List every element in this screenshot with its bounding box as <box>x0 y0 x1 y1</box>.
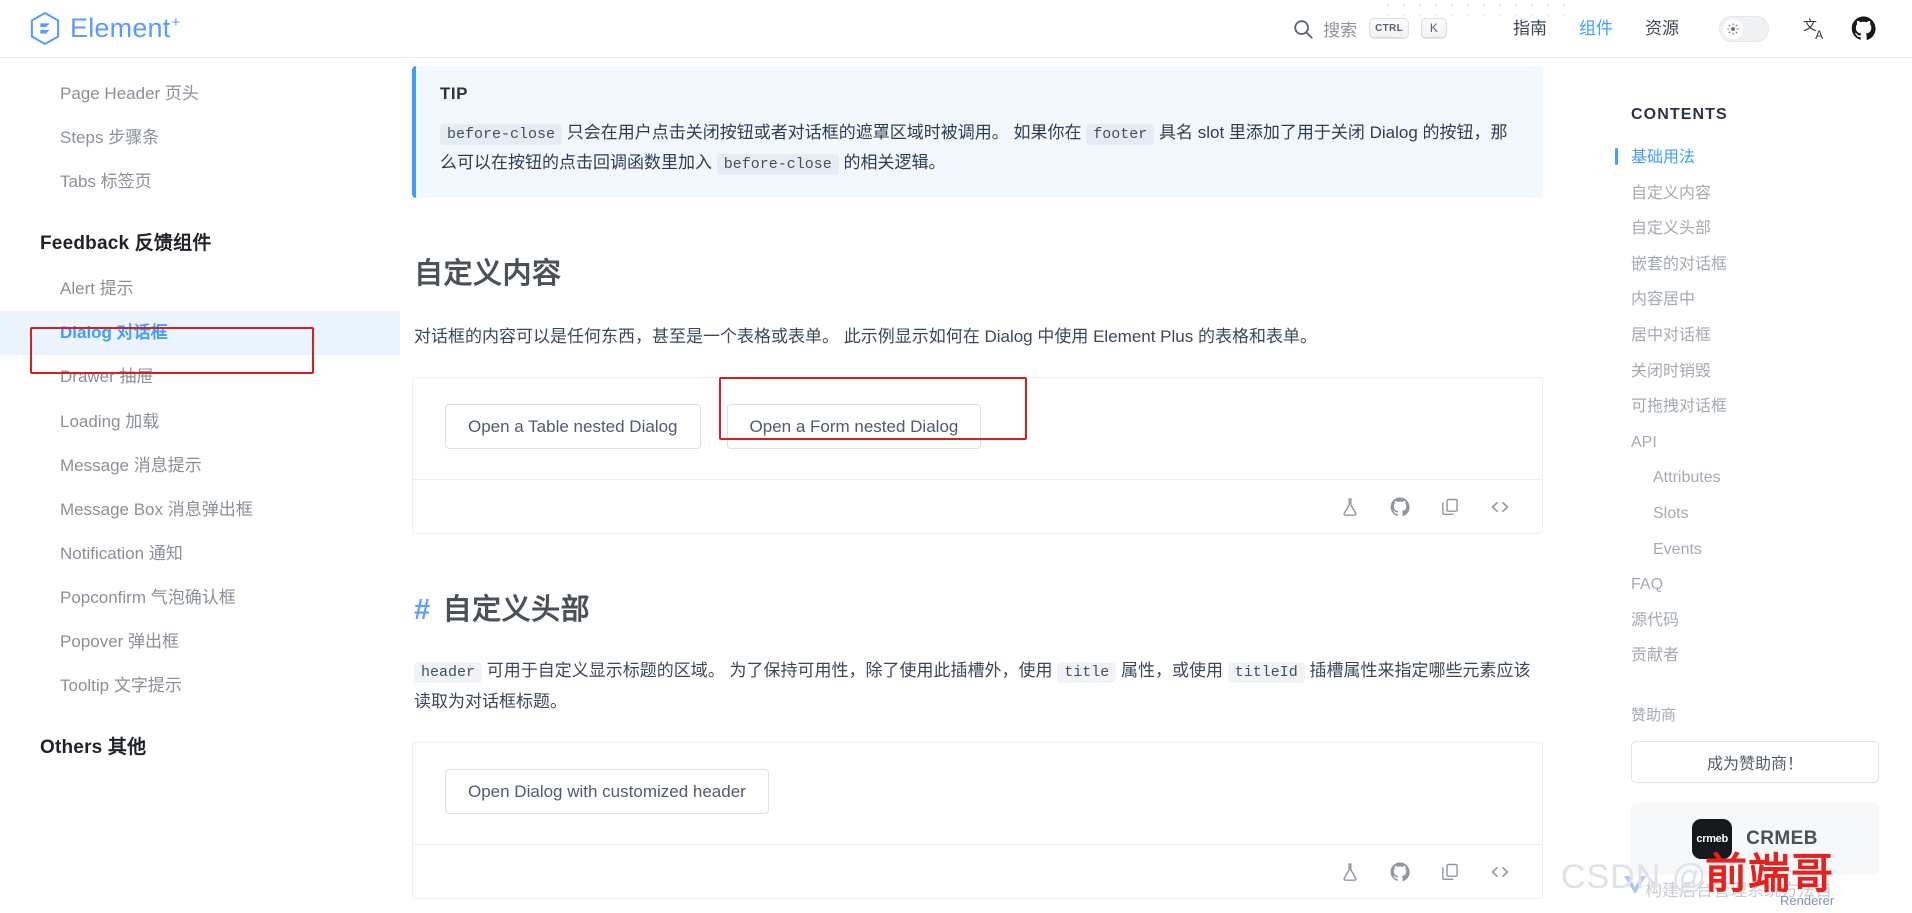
code-before-close-1: before-close <box>440 124 563 145</box>
brand-name: Element+ <box>70 13 181 43</box>
toc-link-nested-dialog[interactable]: 嵌套的对话框 <box>1623 247 1912 283</box>
toc-link-contributors[interactable]: 贡献者 <box>1623 638 1912 674</box>
theme-toggle-knob <box>1723 18 1743 39</box>
sidebar-item-notification[interactable]: Notification 通知 <box>0 532 400 576</box>
sidebar-item-tabs[interactable]: Tabs 标签页 <box>0 160 400 204</box>
search-icon <box>1294 19 1313 39</box>
sponsor-label: 赞助商 <box>1631 706 1677 724</box>
demo-block-custom-header: Open Dialog with customized header <box>412 742 1543 900</box>
element-logo-icon <box>30 12 60 45</box>
github-icon[interactable] <box>1390 497 1410 517</box>
tip-title: TIP <box>440 84 468 103</box>
sidebar-group-feedback: Feedback 反馈组件 <box>40 233 212 255</box>
page-root: Element+ 搜索 CTRL K 指南 组件 资源 文 A Page Hea… <box>0 0 1912 913</box>
sidebar-item-drawer[interactable]: Drawer 抽屉 <box>0 355 400 399</box>
tip-callout: TIP before-close 只会在用户点击关闭按钮或者对话框的遮罩区域时被… <box>412 66 1543 198</box>
open-table-nested-dialog-button[interactable]: Open a Table nested Dialog <box>445 404 701 450</box>
kbd-k: K <box>1421 18 1447 39</box>
sponsor-card-crmeb[interactable]: crmeb CRMEB <box>1631 802 1879 875</box>
open-dialog-customized-header-button[interactable]: Open Dialog with customized header <box>445 769 769 815</box>
tip-body: before-close 只会在用户点击关闭按钮或者对话框的遮罩区域时被调用。 … <box>440 118 1519 178</box>
search-label: 搜索 <box>1323 21 1358 40</box>
demo-toolbar-custom-header <box>413 844 1542 898</box>
translate-icon[interactable]: 文 A <box>1803 16 1829 42</box>
header-actions: 搜索 CTRL K 指南 组件 资源 文 A <box>1292 0 1876 57</box>
header-text-1: 可用于自定义显示标题的区域。 为了保持可用性，除了使用此插槽外，使用 <box>486 661 1053 681</box>
demo-toolbar-custom-content <box>413 479 1542 533</box>
paragraph-custom-header: header 可用于自定义显示标题的区域。 为了保持可用性，除了使用此插槽外，使… <box>414 656 1544 716</box>
github-icon[interactable] <box>1851 16 1876 41</box>
sidebar-item-message[interactable]: Message 消息提示 <box>0 444 400 488</box>
sidebar-item-loading[interactable]: Loading 加载 <box>0 400 400 444</box>
heading-anchor-hash[interactable]: # <box>414 594 431 626</box>
top-header: Element+ 搜索 CTRL K 指南 组件 资源 文 A <box>0 0 1912 58</box>
sidebar-group-others: Others 其他 <box>40 737 147 759</box>
demo-block-custom-content: Open a Table nested Dialog Open a Form n… <box>412 377 1543 535</box>
nav-link-components[interactable]: 组件 <box>1563 0 1629 58</box>
sidebar-item-dialog[interactable]: Dialog 对话框 <box>0 311 400 356</box>
section-heading-custom-header-text: 自定义头部 <box>442 594 591 627</box>
code-brackets-icon[interactable] <box>1490 862 1510 882</box>
paragraph-custom-content: 对话框的内容可以是任何东西，甚至是一个表格或表单。 此示例显示如何在 Dialo… <box>414 326 1317 346</box>
brand-plus: + <box>171 14 181 31</box>
header-text-2: 属性，或使用 <box>1120 661 1223 681</box>
sidebar-item-popconfirm[interactable]: Popconfirm 气泡确认框 <box>0 576 400 620</box>
search-trigger[interactable]: 搜索 CTRL K <box>1292 16 1447 41</box>
tip-text-1: 只会在用户点击关闭按钮或者对话框的遮罩区域时被调用。 如果你在 <box>566 123 1082 142</box>
toc-link-destroy-on-close[interactable]: 关闭时销毁 <box>1623 354 1912 390</box>
toc-link-centered-content[interactable]: 内容居中 <box>1623 282 1912 318</box>
svg-text:A: A <box>1815 28 1824 42</box>
section-heading-custom-header: # 自定义头部 <box>414 586 1537 628</box>
toc-link-custom-header[interactable]: 自定义头部 <box>1623 211 1912 247</box>
toc-link-centered-dialog[interactable]: 居中对话框 <box>1623 318 1912 354</box>
open-form-nested-dialog-button[interactable]: Open a Form nested Dialog <box>726 404 982 450</box>
playground-flask-icon[interactable] <box>1340 862 1360 882</box>
copy-icon[interactable] <box>1440 862 1460 882</box>
theme-toggle-switch[interactable] <box>1719 15 1769 42</box>
sidebar-item-message-box[interactable]: Message Box 消息弹出框 <box>0 488 400 532</box>
toc-link-slots[interactable]: Slots <box>1623 496 1912 532</box>
code-before-close-2: before-close <box>716 153 839 175</box>
nav-link-guide[interactable]: 指南 <box>1497 0 1563 58</box>
sidebar-item-steps[interactable]: Steps 步骤条 <box>0 116 400 160</box>
kbd-ctrl: CTRL <box>1369 18 1409 39</box>
github-icon[interactable] <box>1390 862 1410 882</box>
toc-link-draggable-dialog[interactable]: 可拖拽对话框 <box>1623 389 1912 425</box>
crmeb-name: CRMEB <box>1746 827 1818 849</box>
nav-link-resources[interactable]: 资源 <box>1629 0 1695 58</box>
toc-link-custom-content[interactable]: 自定义内容 <box>1623 176 1912 212</box>
demo-stage-custom-content: Open a Table nested Dialog Open a Form n… <box>413 378 1542 479</box>
brand-logo-link[interactable]: Element+ <box>30 12 180 45</box>
toc-link-source-code[interactable]: 源代码 <box>1623 603 1912 639</box>
sidebar-item-page-header[interactable]: Page Header 页头 <box>0 72 400 116</box>
section-heading-custom-content: 自定义内容 <box>414 257 562 290</box>
sidebar-item-tooltip[interactable]: Tooltip 文字提示 <box>0 664 400 708</box>
code-footer: footer <box>1086 124 1155 145</box>
code-header: header <box>414 662 483 684</box>
crmeb-logo-icon: crmeb <box>1692 818 1733 859</box>
toc-title: CONTENTS <box>1631 106 1728 123</box>
main-content: TIP before-close 只会在用户点击关闭按钮或者对话框的遮罩区域时被… <box>400 58 1615 913</box>
code-brackets-icon[interactable] <box>1490 497 1510 517</box>
left-sidebar: Page Header 页头 Steps 步骤条 Tabs 标签页 Feedba… <box>0 58 400 913</box>
become-sponsor-button[interactable]: 成为赞助商！ <box>1631 740 1879 783</box>
toc-link-events[interactable]: Events <box>1623 532 1912 568</box>
copy-icon[interactable] <box>1440 497 1460 517</box>
code-title: title <box>1057 662 1117 684</box>
sun-icon <box>1727 22 1739 35</box>
toc-link-basic-usage[interactable]: 基础用法 <box>1615 140 1912 176</box>
toc-link-faq[interactable]: FAQ <box>1623 567 1912 603</box>
tip-text-3: 的相关逻辑。 <box>843 152 946 172</box>
demo-stage-custom-header: Open Dialog with customized header <box>413 743 1542 844</box>
toc-link-api[interactable]: API <box>1623 425 1912 461</box>
table-of-contents: CONTENTS 基础用法 自定义内容 自定义头部 嵌套的对话框 内容居中 居中… <box>1615 58 1912 913</box>
sidebar-item-alert[interactable]: Alert 提示 <box>0 267 400 311</box>
toc-link-attributes[interactable]: Attributes <box>1623 460 1912 496</box>
playground-flask-icon[interactable] <box>1340 497 1360 517</box>
code-titleid: titleId <box>1227 662 1305 684</box>
sidebar-item-popover[interactable]: Popover 弹出框 <box>0 620 400 664</box>
